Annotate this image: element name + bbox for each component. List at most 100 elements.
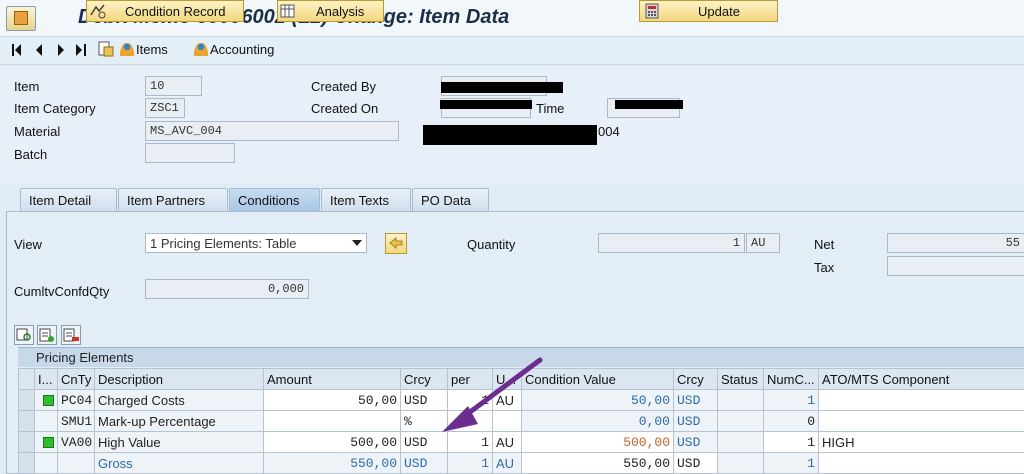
currency-cell[interactable]: % [400,410,448,432]
amount-cell[interactable] [263,410,401,432]
row-selector-header[interactable] [18,368,35,390]
created-on-label: Created On [311,101,379,116]
numc-cell: 1 [763,431,819,453]
ato-mts-cell [818,452,1024,474]
status-light [34,431,58,453]
numc-cell: 0 [763,410,819,432]
tab-item-texts[interactable]: Item Texts [321,188,411,212]
column-header[interactable]: Amount [263,368,401,390]
row-selector[interactable] [18,452,35,474]
material-field[interactable]: MS_AVC_004 [145,121,399,141]
cumltv-confd-qty-field[interactable]: 0,000 [145,279,309,299]
tax-value-field[interactable] [887,256,1024,276]
table-row[interactable]: SMU1 Mark-up Percentage % 0,00 USD 0 [18,410,1024,432]
currency-cell[interactable]: USD [400,389,448,411]
unit-cell[interactable]: AU [492,389,522,411]
condition-value-cell: 50,00 [521,389,674,411]
ato-mts-cell [818,389,1024,411]
amount-cell[interactable]: 50,00 [263,389,401,411]
condition-value-cell: 550,00 [521,452,674,474]
condition-type-cell: PC04 [57,389,95,411]
accounting-button[interactable]: Accounting [194,42,274,57]
per-cell: 1 [447,452,493,474]
redaction-bar [441,82,563,93]
currency-cell[interactable]: USD [400,431,448,453]
unit-cell[interactable] [492,410,522,432]
table-header-row: I... CnTy Description Amount Crcy per U.… [18,368,1024,390]
delete-row-icon [63,328,79,342]
condition-type-cell: VA00 [57,431,95,453]
batch-field[interactable] [145,143,235,163]
description-cell: High Value [94,431,264,453]
view-dropdown[interactable]: 1 Pricing Elements: Table [145,233,367,253]
column-header[interactable]: CnTy [57,368,95,390]
green-status-icon [43,394,54,406]
table-row[interactable]: Gross 550,00 USD 1 AU 550,00 USD 1 [18,452,1024,474]
net-value-field[interactable]: 55 [887,233,1024,253]
description-cell: Gross [94,452,264,474]
currency-cell: USD [673,410,718,432]
column-header[interactable]: Condition Value [521,368,674,390]
condition-record-icon [90,4,106,19]
quantity-field[interactable]: 1 [598,233,745,253]
column-header[interactable]: U... [492,368,522,390]
redaction-bar [440,100,532,109]
chevron-down-icon[interactable] [352,240,362,246]
status-cell [717,431,764,453]
row-selector[interactable] [18,410,35,432]
currency-cell: USD [673,452,718,474]
item-field[interactable]: 10 [145,76,202,96]
magnifier-list-icon [16,328,31,341]
status-cell [717,410,764,432]
condition-type-cell: SMU1 [57,410,95,432]
items-button[interactable]: Items [120,42,168,57]
column-header[interactable]: NumC... [763,368,819,390]
table-row[interactable]: VA00 High Value 500,00 USD 1 AU 500,00 U… [18,431,1024,453]
currency-cell: USD [673,431,718,453]
row-selector[interactable] [18,389,35,411]
material-description-suffix: 004 [598,124,620,139]
column-header[interactable]: Status [717,368,764,390]
per-cell[interactable]: 1 [447,389,493,411]
quantity-label: Quantity [467,237,516,252]
unit-cell: AU [492,452,522,474]
description-cell: Mark-up Percentage [94,410,264,432]
document-overview-icon[interactable] [98,41,114,57]
unit-cell[interactable]: AU [492,431,522,453]
table-row[interactable]: PC04 Charged Costs 50,00 USD 1 AU 50,00 … [18,389,1024,411]
status-light [34,410,58,432]
condition-type-cell [57,452,95,474]
currency-cell: USD [400,452,448,474]
tab-conditions[interactable]: Conditions [229,188,320,212]
tab-item-detail[interactable]: Item Detail [20,188,117,212]
tab-item-partners[interactable]: Item Partners [118,188,228,212]
redaction-bar [423,125,597,145]
ato-mts-cell [818,410,1024,432]
condition-value-cell: 500,00 [521,431,674,453]
column-header[interactable]: Description [94,368,264,390]
column-header[interactable]: I... [34,368,58,390]
insert-row-button[interactable] [37,325,57,345]
condition-value-cell: 0,00 [521,410,674,432]
update-button[interactable]: Update [639,0,778,22]
condition-record-button[interactable]: Condition Record [86,0,244,22]
cumltv-confd-qty-label: CumltvConfdQty [14,284,110,299]
column-header[interactable]: Crcy [400,368,448,390]
item-category-label: Item Category [14,101,96,116]
per-cell[interactable]: 1 [447,431,493,453]
row-selector[interactable] [18,431,35,453]
view-enter-button[interactable] [385,233,407,254]
column-header[interactable]: per [447,368,493,390]
tab-po-data[interactable]: PO Data [412,188,489,212]
system-menu-icon[interactable] [6,6,36,31]
column-header[interactable]: ATO/MTS Component [818,368,1024,390]
per-cell[interactable] [447,410,493,432]
analysis-button[interactable]: Analysis [277,0,384,22]
delete-row-button[interactable] [61,325,81,345]
column-header[interactable]: Crcy [673,368,718,390]
amount-cell[interactable]: 500,00 [263,431,401,453]
redaction-bar [615,100,683,109]
item-category-field[interactable]: ZSC1 [145,98,185,118]
details-button[interactable] [14,325,34,345]
quantity-unit-field[interactable]: AU [746,233,780,253]
